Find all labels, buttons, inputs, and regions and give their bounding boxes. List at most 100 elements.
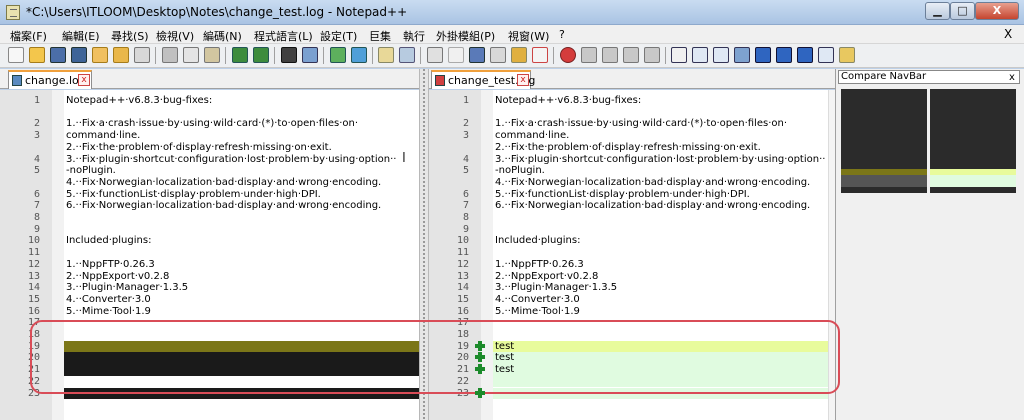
copy-icon[interactable]: [183, 47, 199, 63]
editor-line[interactable]: 1 Notepad++·v6.8.3·bug-fixes:: [0, 95, 419, 107]
editor-line[interactable]: 18: [0, 329, 419, 341]
editor-line[interactable]: 4 3.··Fix·plugin·shortcut·configuration·l…: [429, 154, 828, 166]
editor-line[interactable]: [0, 107, 419, 119]
line-text[interactable]: 4.··Fix·Norwegian·localization·bad·displ…: [66, 177, 381, 188]
minimize-button[interactable]: ▁: [925, 2, 950, 20]
menu-settings[interactable]: 設定(T): [320, 28, 357, 44]
line-text[interactable]: 3.··Fix·plugin·shortcut·configuration·lo…: [495, 154, 825, 165]
tab-close-icon[interactable]: x: [517, 74, 529, 86]
line-text[interactable]: 3.··Plugin·Manager·1.3.5: [495, 282, 617, 293]
line-text[interactable]: 4.··Converter·3.0: [495, 294, 580, 305]
editor-line[interactable]: 8: [0, 212, 419, 224]
close-file-icon[interactable]: [92, 47, 108, 63]
line-text[interactable]: Notepad++·v6.8.3·bug-fixes:: [495, 95, 641, 106]
line-text[interactable]: Notepad++·v6.8.3·bug-fixes:: [66, 95, 212, 106]
editor-line[interactable]: 19 test: [429, 340, 828, 353]
undo-icon[interactable]: [232, 47, 248, 63]
tab-change-log[interactable]: change.log x: [8, 70, 92, 89]
editor-line[interactable]: 2.··Fix·the·problem·of·display·refresh·m…: [429, 142, 828, 154]
line-text[interactable]: 1.··NppFTP·0.26.3: [495, 259, 584, 270]
editor-line[interactable]: 9: [429, 224, 828, 236]
redo-icon[interactable]: [253, 47, 269, 63]
line-text[interactable]: 3.··Fix·plugin·shortcut·configuration·lo…: [66, 154, 396, 165]
editor-line[interactable]: 12 1.··NppFTP·0.26.3: [0, 259, 419, 271]
editor-line[interactable]: 10 Included·plugins:: [429, 235, 828, 247]
menu-plugins[interactable]: 外掛模組(P): [436, 28, 495, 44]
line-text[interactable]: 2.··Fix·the·problem·of·display·refresh·m…: [495, 142, 761, 153]
zoom-out-icon[interactable]: [351, 47, 367, 63]
menu-window[interactable]: 視窗(W): [508, 28, 549, 44]
editor-line[interactable]: 5 -noPlugin.: [429, 165, 828, 177]
editor-line[interactable]: 19: [0, 340, 419, 353]
tab-close-icon[interactable]: x: [78, 74, 90, 86]
close-all-icon[interactable]: [113, 47, 129, 63]
line-text[interactable]: 5.··Mime·Tool·1.9: [66, 306, 151, 317]
tab-change-test-log[interactable]: change_test.log x: [431, 70, 535, 89]
editor-line[interactable]: 6 5.··Fix·functionList·display·problem·un…: [429, 189, 828, 201]
doc-map-icon[interactable]: [490, 47, 506, 63]
replace-icon[interactable]: [302, 47, 318, 63]
line-text[interactable]: test: [495, 341, 514, 352]
menu-run[interactable]: 執行: [403, 28, 425, 44]
zoom-in-icon[interactable]: [330, 47, 346, 63]
sync-vertical-icon[interactable]: [378, 47, 394, 63]
close-window-button[interactable]: X: [975, 2, 1019, 20]
editor-line[interactable]: 4.··Fix·Norwegian·localization·bad·displ…: [0, 177, 419, 189]
editor-line[interactable]: 16 5.··Mime·Tool·1.9: [429, 306, 828, 318]
compare-last-save-icon[interactable]: [692, 47, 708, 63]
line-text[interactable]: 5.··Fix·functionList·display·problem·und…: [495, 189, 750, 200]
save-macro-icon[interactable]: [644, 47, 660, 63]
line-text[interactable]: 6.··Fix·Norwegian·localization·bad·displ…: [495, 200, 810, 211]
editor-line[interactable]: 10 Included·plugins:: [0, 235, 419, 247]
editor-line[interactable]: 20 test: [429, 352, 828, 365]
editor-line[interactable]: [429, 107, 828, 119]
word-wrap-icon[interactable]: [427, 47, 443, 63]
line-text[interactable]: -noPlugin.: [66, 165, 116, 176]
editor-line[interactable]: 20: [0, 352, 419, 365]
editor-line[interactable]: 13 2.··NppExport·v0.2.8: [429, 271, 828, 283]
line-text[interactable]: 2.··NppExport·v0.2.8: [66, 271, 169, 282]
editor-line[interactable]: 7 6.··Fix·Norwegian·localization·bad·disp…: [429, 200, 828, 212]
close-document-button[interactable]: X: [1004, 27, 1012, 41]
open-folder-icon[interactable]: [29, 47, 45, 63]
editor-line[interactable]: 17: [0, 317, 419, 329]
line-text[interactable]: 5.··Mime·Tool·1.9: [495, 306, 580, 317]
menu-search[interactable]: 尋找(S): [111, 28, 149, 44]
next-diff-icon[interactable]: [797, 47, 813, 63]
menu-help[interactable]: ?: [559, 28, 565, 41]
maximize-button[interactable]: □: [950, 2, 975, 20]
line-text[interactable]: Included·plugins:: [495, 235, 580, 246]
editor-line[interactable]: 18: [429, 329, 828, 341]
left-editor[interactable]: 1 Notepad++·v6.8.3·bug-fixes: 2 1.··Fix·a·c…: [0, 90, 419, 420]
editor-line[interactable]: 2 1.··Fix·a·crash·issue·by·using·wild·car…: [0, 118, 419, 130]
editor-line[interactable]: 3 command·line.: [0, 130, 419, 142]
editor-line[interactable]: 11: [429, 247, 828, 259]
last-diff-icon[interactable]: [818, 47, 834, 63]
new-file-icon[interactable]: [8, 47, 24, 63]
line-text[interactable]: 4.··Fix·Norwegian·localization·bad·displ…: [495, 177, 810, 188]
editor-line[interactable]: 4 3.··Fix·plugin·shortcut·configuration·l…: [0, 154, 419, 166]
stop-macro-icon[interactable]: [581, 47, 597, 63]
right-editor[interactable]: 1 Notepad++·v6.8.3·bug-fixes: 2 1.··Fix·a·c…: [429, 90, 828, 420]
editor-line[interactable]: 15 4.··Converter·3.0: [0, 294, 419, 306]
line-text[interactable]: 4.··Converter·3.0: [66, 294, 151, 305]
editor-line[interactable]: 4.··Fix·Norwegian·localization·bad·displ…: [429, 177, 828, 189]
prev-diff-icon[interactable]: [776, 47, 792, 63]
editor-line[interactable]: 2 1.··Fix·a·crash·issue·by·using·wild·car…: [429, 118, 828, 130]
folder-workspace-icon[interactable]: [532, 47, 548, 63]
editor-line[interactable]: 13 2.··NppExport·v0.2.8: [0, 271, 419, 283]
navbar-right-map[interactable]: [930, 89, 1016, 193]
line-text[interactable]: 1.··Fix·a·crash·issue·by·using·wild·card…: [66, 118, 358, 129]
line-text[interactable]: 1.··Fix·a·crash·issue·by·using·wild·card…: [495, 118, 787, 129]
paste-icon[interactable]: [204, 47, 220, 63]
navbar-toggle-icon[interactable]: [839, 47, 855, 63]
line-text[interactable]: 1.··NppFTP·0.26.3: [66, 259, 155, 270]
line-text[interactable]: 2.··NppExport·v0.2.8: [495, 271, 598, 282]
menu-language[interactable]: 程式語言(L): [254, 28, 313, 44]
line-text[interactable]: 3.··Plugin·Manager·1.3.5: [66, 282, 188, 293]
find-icon[interactable]: [281, 47, 297, 63]
navbar-close-icon[interactable]: x: [1007, 73, 1017, 83]
menu-edit[interactable]: 編輯(E): [62, 28, 100, 44]
menu-view[interactable]: 檢視(V): [156, 28, 194, 44]
save-all-icon[interactable]: [71, 47, 87, 63]
